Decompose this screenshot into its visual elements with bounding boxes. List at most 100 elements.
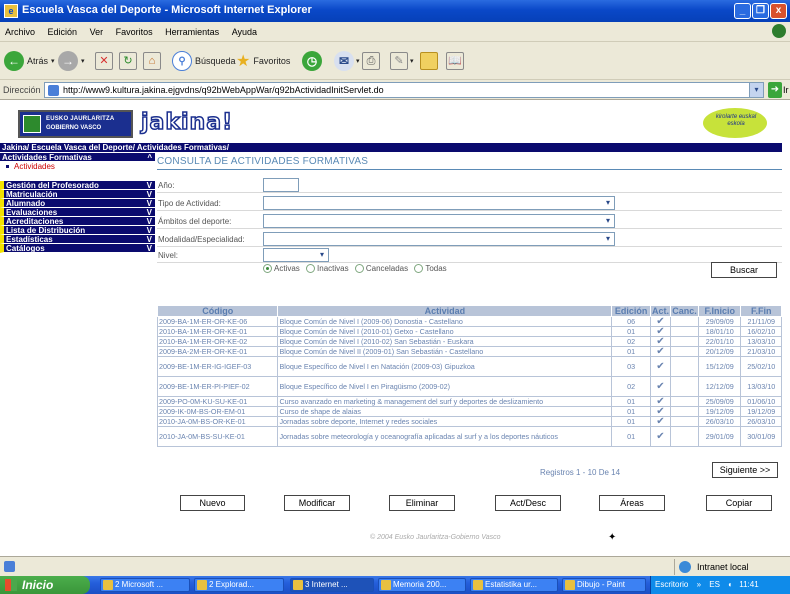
sidebar-item-matriculacion[interactable]: Matriculación V — [0, 190, 155, 199]
home-button[interactable]: ⌂ — [143, 49, 161, 73]
radio-inactivas[interactable]: Inactivas — [306, 264, 349, 273]
stop-button[interactable]: ✕ — [95, 49, 113, 73]
act-desc-button[interactable]: Act/Desc — [495, 495, 561, 511]
ambitos-select[interactable]: ▾ — [263, 214, 615, 228]
sidebar-item-alumnado[interactable]: Alumnado V — [0, 199, 155, 208]
sidebar-item-evaluaciones[interactable]: Evaluaciones V — [0, 208, 155, 217]
breadcrumb[interactable]: Jakina/ Escuela Vasca del Deporte/ Activ… — [0, 143, 782, 152]
radio-todas[interactable]: Todas — [414, 264, 447, 273]
copiar-button[interactable]: Copiar — [706, 495, 772, 511]
cell-actividad[interactable]: Bloque Común de Nivel I (2010-01) Getxo … — [277, 326, 613, 337]
table-row[interactable]: 2010-BA-1M-ER-OR-KE-01 Bloque Común de N… — [156, 326, 782, 337]
nuevo-button[interactable]: Nuevo — [180, 495, 245, 511]
desktop-toolbar-label[interactable]: Escritorio — [655, 580, 688, 589]
col-act[interactable]: Act. — [649, 305, 672, 317]
cell-codigo[interactable]: 2010-BA-1M-ER-OR-KE-01 — [156, 326, 279, 337]
close-button[interactable]: x — [770, 3, 787, 19]
col-codigo[interactable]: Código — [156, 305, 279, 317]
table-row[interactable]: 2010-JA-0M-BS-SU-KE-01 Jornadas sobre me… — [156, 426, 782, 447]
col-fin[interactable]: F.Fin — [740, 305, 782, 317]
menu-archivo[interactable]: Archivo — [0, 22, 40, 42]
col-canc[interactable]: Canc. — [670, 305, 699, 317]
sidebar-item-acreditaciones[interactable]: Acreditaciones V — [0, 217, 155, 226]
cell-actividad[interactable]: Jornadas sobre meteorología y oceanograf… — [277, 426, 613, 447]
taskbar-item-internet[interactable]: 3 Internet ... — [290, 578, 374, 592]
go-arrow-icon[interactable]: ➜ — [768, 82, 782, 98]
col-actividad[interactable]: Actividad — [277, 305, 613, 317]
cell-actividad[interactable]: Curso de shape de alaias — [277, 406, 613, 417]
cell-codigo[interactable]: 2010-BA-1M-ER-OR-KE-02 — [156, 336, 279, 347]
taskbar-item-paint[interactable]: Dibujo - Paint — [562, 578, 646, 592]
cell-codigo[interactable]: 2009-IK-0M-BS-OR-EM-01 — [156, 406, 279, 417]
cell-actividad[interactable]: Bloque Común de Nivel I (2009-06) Donost… — [277, 316, 613, 327]
sidebar-item-gestion-profesorado[interactable]: Gestión del Profesorado V — [0, 181, 155, 190]
cell-codigo[interactable]: 2009-PO-0M-KU-SU-KE-01 — [156, 396, 279, 407]
table-row[interactable]: 2010-JA-0M-BS-OR-KE-01 Jornadas sobre de… — [156, 416, 782, 427]
cell-codigo[interactable]: 2009-BA-1M-ER-OR-KE-06 — [156, 316, 279, 327]
eliminar-button[interactable]: Eliminar — [389, 495, 455, 511]
cell-actividad[interactable]: Curso avanzado en marketing & management… — [277, 396, 613, 407]
language-indicator[interactable]: ES — [709, 580, 720, 589]
chevron-right-icon[interactable]: » — [697, 580, 701, 589]
sidebar-subitem-actividades[interactable]: Actividades — [0, 162, 155, 172]
chevron-down-icon[interactable]: ▾ — [749, 83, 763, 97]
cell-actividad[interactable]: Jornadas sobre deporte, Internet y redes… — [277, 416, 613, 427]
start-button[interactable]: Inicio — [0, 576, 90, 594]
cell-actividad[interactable]: Bloque Específico de Nivel I en Piragüis… — [277, 376, 613, 397]
cell-actividad[interactable]: Bloque Común de Nivel I (2010-02) San Se… — [277, 336, 613, 347]
menu-herramientas[interactable]: Herramientas — [160, 22, 224, 42]
sidebar-item-catalogos[interactable]: Catálogos V — [0, 244, 155, 253]
history-button[interactable]: ◷ — [302, 49, 322, 73]
sidebar-item-actividades-formativas[interactable]: Actividades Formativas ^ — [0, 153, 155, 162]
mail-button[interactable]: ✉ ▾ — [334, 49, 360, 73]
taskbar-item-memoria[interactable]: Memoria 200... — [378, 578, 466, 592]
taskbar-item-explorer[interactable]: 2 Explorad... — [194, 578, 284, 592]
col-edicion[interactable]: Edición — [611, 305, 651, 317]
folder-button[interactable] — [420, 49, 438, 73]
edit-button[interactable]: ✎ ▾ — [390, 49, 414, 73]
table-row[interactable]: 2009-BE-1M-ER-IG-IGEF-03 Bloque Específi… — [156, 356, 782, 377]
refresh-button[interactable]: ↻ — [119, 49, 137, 73]
anio-input[interactable] — [263, 178, 299, 192]
cell-codigo[interactable]: 2009-BE-1M-ER-IG-IGEF-03 — [156, 356, 279, 377]
forward-button[interactable]: → ▾ — [58, 49, 85, 73]
table-row[interactable]: 2009-IK-0M-BS-OR-EM-01 Curso de shape de… — [156, 406, 782, 417]
favorites-button[interactable]: ★ Favoritos — [236, 49, 290, 73]
sidebar-item-estadisticas[interactable]: Estadísticas V — [0, 235, 155, 244]
table-row[interactable]: 2009-BA-2M-ER-OR-KE-01 Bloque Común de N… — [156, 346, 782, 357]
next-page-button[interactable]: Siguiente >> — [712, 462, 778, 478]
go-label[interactable]: Ir — [783, 85, 789, 95]
address-input[interactable]: http://www9.kultura.jakina.ejgvdns/q92bW… — [44, 82, 764, 98]
taskbar-item-estatistika[interactable]: Estatistika ur... — [470, 578, 558, 592]
menu-favoritos[interactable]: Favoritos — [111, 22, 158, 42]
minimize-button[interactable]: _ — [734, 3, 751, 19]
areas-button[interactable]: Áreas — [599, 495, 665, 511]
menu-ayuda[interactable]: Ayuda — [227, 22, 262, 42]
table-row[interactable]: 2010-BA-1M-ER-OR-KE-02 Bloque Común de N… — [156, 336, 782, 347]
cell-actividad[interactable]: Bloque Específico de Nivel I en Natación… — [277, 356, 613, 377]
nivel-select[interactable]: ▾ — [263, 248, 329, 262]
menu-ver[interactable]: Ver — [85, 22, 109, 42]
print-button[interactable]: ⎙ — [362, 49, 380, 73]
cell-codigo[interactable]: 2009-BE-1M-ER-PI-PIEF-02 — [156, 376, 279, 397]
search-button[interactable]: ⚲ Búsqueda — [172, 49, 236, 73]
radio-activas[interactable]: Activas — [263, 264, 300, 273]
table-row[interactable]: 2009-BA-1M-ER-OR-KE-06 Bloque Común de N… — [156, 316, 782, 327]
research-button[interactable]: 📖 — [446, 49, 464, 73]
buscar-button[interactable]: Buscar — [711, 262, 777, 278]
radio-canceladas[interactable]: Canceladas — [354, 264, 408, 273]
modalidad-select[interactable]: ▾ — [263, 232, 615, 246]
menu-edicion[interactable]: Edición — [43, 22, 83, 42]
back-button[interactable]: ← Atrás ▾ — [4, 49, 55, 73]
cell-codigo[interactable]: 2010-JA-0M-BS-OR-KE-01 — [156, 416, 279, 427]
table-row[interactable]: 2009-BE-1M-ER-PI-PIEF-02 Bloque Específi… — [156, 376, 782, 397]
sidebar-item-lista-distribucion[interactable]: Lista de Distribución V — [0, 226, 155, 235]
taskbar-item-word[interactable]: 2 Microsoft ... — [100, 578, 190, 592]
maximize-button[interactable]: ❐ — [752, 3, 769, 19]
cell-actividad[interactable]: Bloque Común de Nivel II (2009-01) San S… — [277, 346, 613, 357]
cell-codigo[interactable]: 2009-BA-2M-ER-OR-KE-01 — [156, 346, 279, 357]
cell-codigo[interactable]: 2010-JA-0M-BS-SU-KE-01 — [156, 426, 279, 447]
col-inicio[interactable]: F.Inicio — [697, 305, 742, 317]
modificar-button[interactable]: Modificar — [284, 495, 350, 511]
tipo-select[interactable]: ▾ — [263, 196, 615, 210]
